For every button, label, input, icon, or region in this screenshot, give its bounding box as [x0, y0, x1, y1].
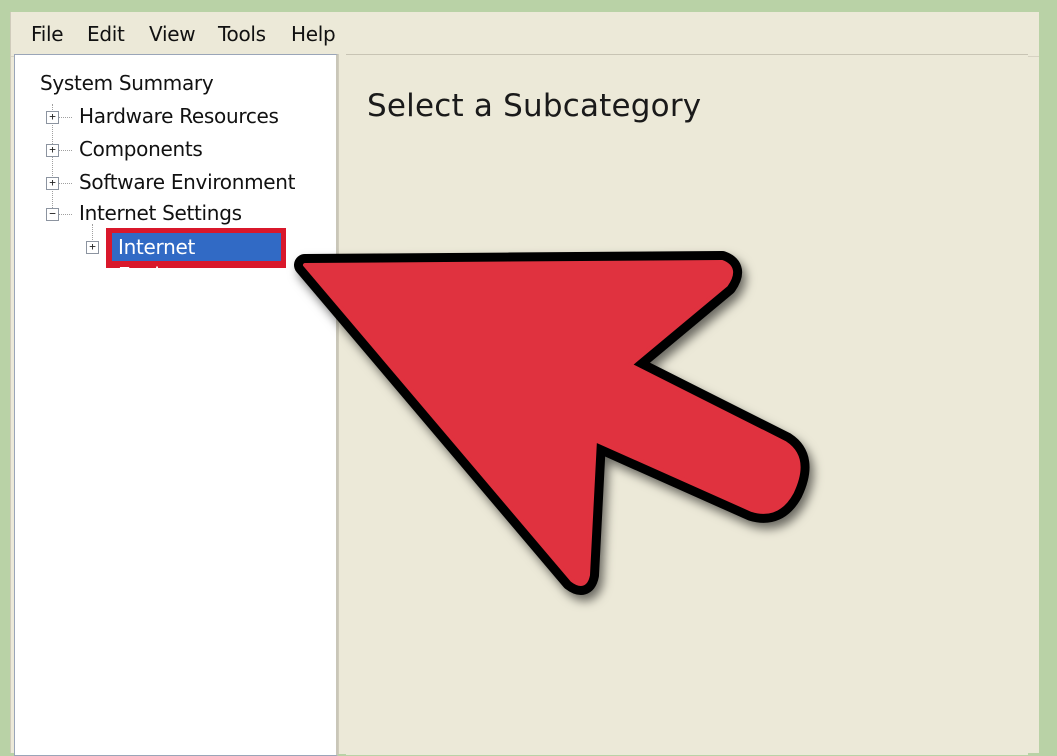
tree-root-system-summary[interactable]: System Summary	[40, 71, 214, 101]
menu-help[interactable]: Help	[291, 22, 336, 46]
menu-bar: File Edit View Tools Help	[11, 12, 1039, 57]
tree-connector	[58, 183, 72, 184]
tree-item-internet-settings[interactable]: Internet Settings	[79, 201, 242, 231]
menu-file[interactable]: File	[31, 22, 64, 46]
tree-connector	[58, 150, 72, 151]
tree-connector	[58, 117, 72, 118]
collapse-icon[interactable]: −	[46, 208, 59, 221]
menu-tools[interactable]: Tools	[218, 22, 266, 46]
tree-item-internet-explorer[interactable]: Internet Explorer	[112, 233, 281, 287]
menu-view[interactable]: View	[149, 22, 196, 46]
detail-title: Select a Subcategory	[367, 88, 702, 124]
highlight-box: Internet Explorer	[106, 228, 286, 287]
expand-icon[interactable]: +	[46, 177, 59, 190]
menu-edit[interactable]: Edit	[87, 22, 125, 46]
tree-item-hardware-resources[interactable]: Hardware Resources	[79, 104, 279, 134]
expand-icon[interactable]: +	[46, 144, 59, 157]
tree-item-components[interactable]: Components	[79, 137, 203, 167]
expand-icon[interactable]: +	[46, 111, 59, 124]
tree-connector	[58, 214, 72, 215]
detail-pane	[346, 54, 1028, 755]
tree-item-software-environment[interactable]: Software Environment	[79, 170, 296, 200]
expand-icon[interactable]: +	[86, 241, 99, 254]
